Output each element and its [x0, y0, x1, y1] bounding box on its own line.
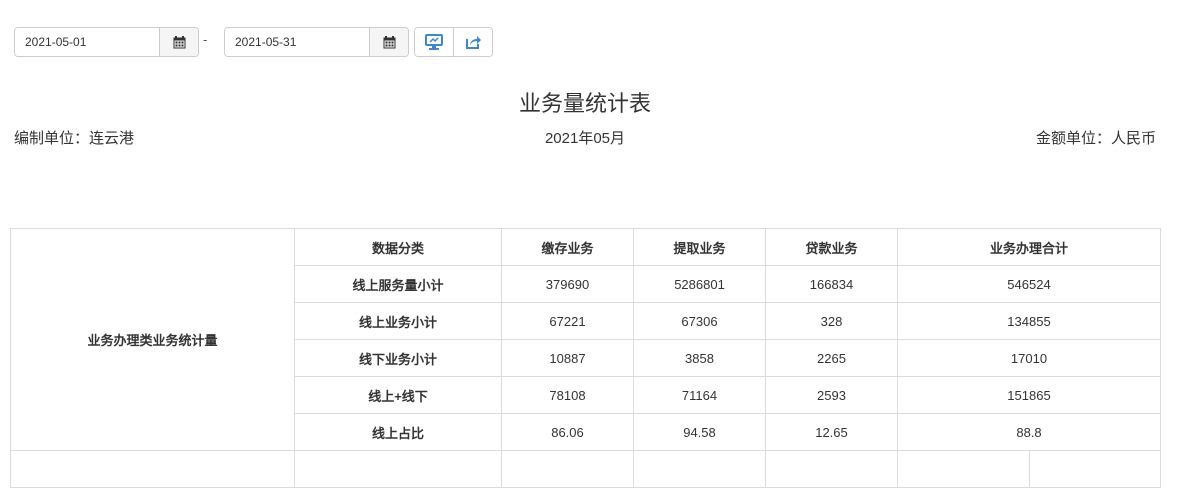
toolbar: -: [14, 27, 514, 57]
table-cell: 10887: [501, 339, 634, 377]
table-cell: 379690: [501, 265, 634, 303]
action-button-group: [414, 27, 493, 57]
share-export-icon: [465, 36, 481, 49]
table-cell: 17010: [897, 339, 1161, 377]
table-cell: 134855: [897, 302, 1161, 340]
display-button[interactable]: [415, 28, 453, 56]
table-cell: 71164: [633, 376, 766, 414]
row-category: 线上服务量小计: [294, 265, 502, 303]
end-date-picker[interactable]: [224, 27, 409, 57]
table-cell: [633, 450, 766, 488]
row-category: 线下业务小计: [294, 339, 502, 377]
table-cell: 166834: [765, 265, 898, 303]
table-cell: 151865: [897, 376, 1161, 414]
table-cell: 94.58: [633, 413, 766, 451]
header-cell: 提取业务: [633, 228, 766, 266]
table-cell: 5286801: [633, 265, 766, 303]
table-cell: [765, 450, 898, 488]
table-cell: 2265: [765, 339, 898, 377]
currency-unit: 金额单位：人民币: [1035, 130, 1156, 147]
group-label: 业务办理类业务统计量: [10, 228, 295, 451]
date-separator: -: [203, 32, 208, 47]
statistics-table: 业务办理类业务统计量 数据分类 缴存业务 提取业务 贷款业务 业务办理合计 线上…: [10, 228, 1161, 488]
table-cell: 328: [765, 302, 898, 340]
end-date-calendar-button[interactable]: [369, 28, 408, 56]
export-button[interactable]: [453, 28, 492, 56]
row-category: 线上业务小计: [294, 302, 502, 340]
start-date-calendar-button[interactable]: [159, 28, 198, 56]
table-cell: 546524: [897, 265, 1161, 303]
table-cell: [294, 450, 502, 488]
table-cell: 67306: [633, 302, 766, 340]
table-cell: [897, 450, 1030, 488]
start-date-input[interactable]: [15, 28, 159, 56]
table-cell: 78108: [501, 376, 634, 414]
table-header-row: 业务办理类业务统计量 数据分类 缴存业务 提取业务 贷款业务 业务办理合计: [10, 228, 1161, 451]
report-title: 业务量统计表: [518, 91, 651, 116]
header-cell: 缴存业务: [501, 228, 634, 266]
start-date-picker[interactable]: [14, 27, 199, 57]
monitor-icon: [425, 34, 443, 50]
row-category: 线上+线下: [294, 376, 502, 414]
table-cell: 86.06: [501, 413, 634, 451]
calendar-icon: [173, 35, 185, 48]
table-cell: 2593: [765, 376, 898, 414]
header-cell: 数据分类: [294, 228, 502, 266]
row-category: 线上占比: [294, 413, 502, 451]
report-period: 2021年05月: [544, 130, 626, 147]
table-cell: 12.65: [765, 413, 898, 451]
table-cell: 88.8: [897, 413, 1161, 451]
table-cell: 3858: [633, 339, 766, 377]
table-cell: [501, 450, 634, 488]
table-row: [10, 450, 1161, 488]
calendar-icon: [383, 35, 395, 48]
header-cell: 业务办理合计: [897, 228, 1161, 266]
end-date-input[interactable]: [225, 28, 369, 56]
table-cell: [10, 450, 295, 488]
table-cell: 67221: [501, 302, 634, 340]
header-cell: 贷款业务: [765, 228, 898, 266]
table-cell: [1029, 450, 1161, 488]
